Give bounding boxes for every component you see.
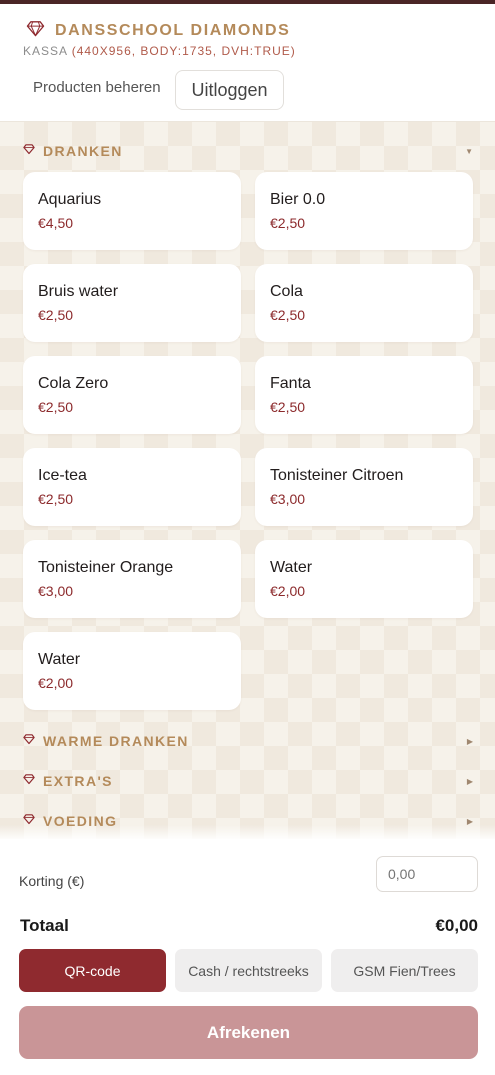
- category-label: VOEDING: [43, 813, 118, 829]
- product-card[interactable]: Cola Zero €2,50: [23, 356, 241, 434]
- chevron-down-icon: ▼: [465, 146, 473, 156]
- category-header-dranken[interactable]: DRANKEN ▼: [23, 140, 473, 162]
- product-card[interactable]: Tonisteiner Citroen €3,00: [255, 448, 473, 526]
- product-name: Fanta: [270, 375, 311, 392]
- subtitle-detail: (440X956, BODY:1735, DVH:TRUE): [71, 44, 296, 58]
- product-name: Bier 0.0: [270, 191, 326, 208]
- product-price: €2,50: [38, 399, 74, 415]
- product-name: Tonisteiner Citroen: [270, 467, 404, 484]
- category-header-warme-dranken[interactable]: WARME DRANKEN ▶: [23, 730, 473, 752]
- diamond-icon: [23, 772, 35, 790]
- manage-products-link[interactable]: Producten beheren: [33, 79, 161, 96]
- payment-gsm-button[interactable]: GSM Fien/Trees: [331, 949, 478, 992]
- product-list[interactable]: DRANKEN ▼ Aquarius €4,50 Bier 0.0 €2,50 Br…: [0, 122, 495, 839]
- total-label: Totaal: [20, 916, 69, 935]
- product-price: €2,50: [270, 307, 306, 323]
- product-name: Tonisteiner Orange: [38, 559, 174, 576]
- product-card[interactable]: Bruis water €2,50: [23, 264, 241, 342]
- product-name: Aquarius: [38, 191, 102, 208]
- category-header-voeding[interactable]: VOEDING ▶: [23, 810, 473, 832]
- discount-label: Korting (€): [19, 873, 85, 889]
- product-name: Water: [38, 651, 81, 668]
- category-label: EXTRA'S: [43, 773, 113, 789]
- category-label: DRANKEN: [43, 143, 123, 159]
- diamond-icon: [23, 142, 35, 160]
- chevron-right-icon: ▶: [466, 816, 473, 826]
- total-value: €0,00: [435, 916, 478, 935]
- app-header: DANSSCHOOL DIAMONDS KASSA (440X956, BODY…: [0, 4, 495, 122]
- app-subtitle: KASSA (440X956, BODY:1735, DVH:TRUE): [23, 44, 296, 58]
- product-price: €2,00: [270, 583, 306, 599]
- checkout-button[interactable]: Afrekenen: [19, 1006, 478, 1059]
- product-price: €3,00: [38, 583, 74, 599]
- chevron-right-icon: ▶: [466, 736, 473, 746]
- product-card[interactable]: Fanta €2,50: [255, 356, 473, 434]
- product-card[interactable]: Aquarius €4,50: [23, 172, 241, 250]
- product-card[interactable]: Water €2,00: [255, 540, 473, 618]
- product-price: €4,50: [38, 215, 74, 231]
- category-header-extras[interactable]: EXTRA'S ▶: [23, 770, 473, 792]
- checkout-panel: Korting (€) Totaal €0,00 QR-code Cash / …: [0, 839, 495, 1075]
- product-price: €2,00: [38, 675, 74, 691]
- diamond-icon: [26, 19, 45, 43]
- discount-input[interactable]: [376, 856, 478, 892]
- product-card[interactable]: Cola €2,50: [255, 264, 473, 342]
- product-grid: Aquarius €4,50 Bier 0.0 €2,50 Bruis water €…: [23, 172, 473, 710]
- diamond-icon: [23, 732, 35, 750]
- product-card[interactable]: Bier 0.0 €2,50: [255, 172, 473, 250]
- product-name: Cola Zero: [38, 375, 109, 392]
- brand: DANSSCHOOL DIAMONDS: [26, 20, 290, 42]
- app-title: DANSSCHOOL DIAMONDS: [55, 22, 291, 39]
- chevron-right-icon: ▶: [466, 776, 473, 786]
- product-price: €3,00: [270, 491, 306, 507]
- product-price: €2,50: [38, 307, 74, 323]
- product-price: €2,50: [270, 215, 306, 231]
- payment-cash-button[interactable]: Cash / rechtstreeks: [175, 949, 322, 992]
- payment-qr-code-button[interactable]: QR-code: [19, 949, 166, 992]
- subtitle-prefix: KASSA: [23, 44, 68, 58]
- product-name: Ice-tea: [38, 467, 87, 484]
- product-name: Water: [270, 559, 313, 576]
- product-card[interactable]: Water €2,00: [23, 632, 241, 710]
- product-name: Cola: [270, 283, 303, 300]
- category-label: WARME DRANKEN: [43, 733, 189, 749]
- product-card[interactable]: Ice-tea €2,50: [23, 448, 241, 526]
- product-price: €2,50: [270, 399, 306, 415]
- logout-button[interactable]: Uitloggen: [175, 70, 284, 110]
- product-price: €2,50: [38, 491, 74, 507]
- diamond-icon: [23, 812, 35, 830]
- product-card[interactable]: Tonisteiner Orange €3,00: [23, 540, 241, 618]
- product-name: Bruis water: [38, 283, 119, 300]
